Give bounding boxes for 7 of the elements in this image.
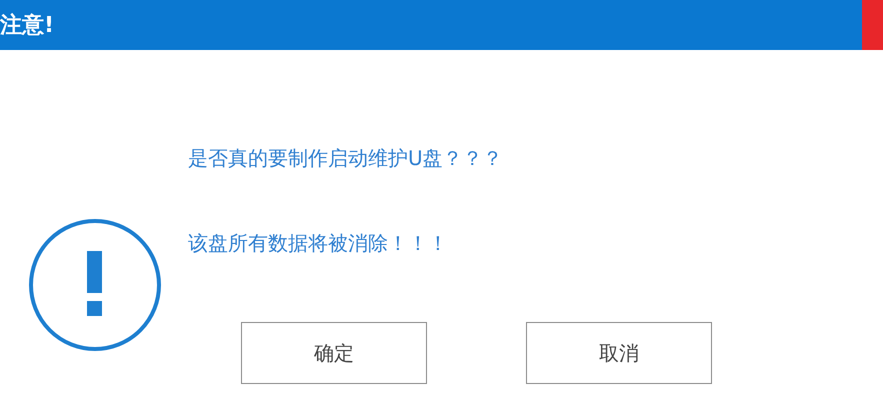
cancel-button[interactable]: 取消 xyxy=(526,322,712,384)
ok-button[interactable]: 确定 xyxy=(241,322,427,384)
window-title: 注意! xyxy=(0,12,54,40)
warning-icon xyxy=(28,218,162,352)
message-text: 是否真的要制作启动维护U盘？？？ xyxy=(188,145,503,172)
close-button[interactable] xyxy=(862,0,883,50)
message-text: 该盘所有数据将被消除！！！ xyxy=(188,230,449,257)
